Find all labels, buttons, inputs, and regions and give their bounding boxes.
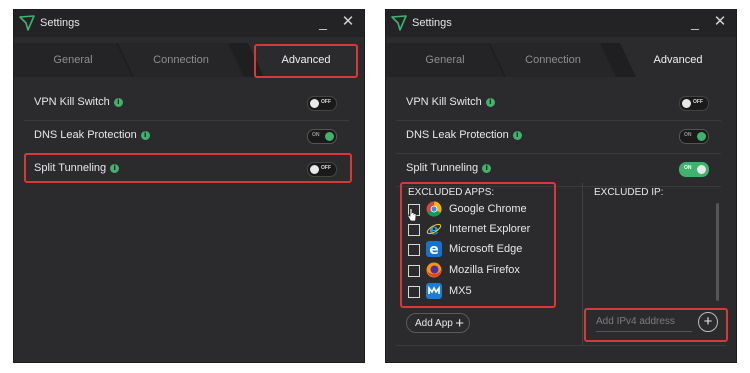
minimize-button[interactable]: _ [316,13,330,31]
tab-general[interactable]: General [14,43,132,77]
divider [396,345,726,346]
toggle-knob [697,165,706,174]
toggle-state: ON [312,132,320,138]
tab-bar: General Connection Advanced [386,43,736,77]
excluded-ip-scrollbar[interactable] [716,203,719,301]
window-title: Settings [40,17,80,29]
plus-icon: + [455,315,464,332]
setting-row-vpn-kill-switch: VPN Kill Switch i OFF [24,87,349,121]
setting-row-dns-leak-protection: DNS Leak Protection i ON [24,120,349,154]
tab-connection[interactable]: Connection [118,43,244,77]
info-icon[interactable]: i [512,131,522,140]
app-logo-icon [391,15,407,31]
add-app-label: Add App [415,318,453,329]
setting-label: DNS Leak Protection [34,129,137,141]
highlight-excluded-apps [400,182,556,308]
highlight-excluded-ip-input [584,308,728,342]
tab-general[interactable]: General [386,43,504,77]
dns-leak-protection-toggle[interactable]: ON [307,129,337,144]
toggle-knob [325,132,334,141]
info-icon[interactable]: i [482,164,492,173]
vpn-kill-switch-toggle[interactable]: OFF [679,96,709,111]
highlight-advanced-tab [254,44,358,78]
toggle-state: ON [684,165,692,171]
app-logo-icon [19,15,35,31]
info-icon[interactable]: i [485,98,495,107]
setting-row-dns-leak-protection: DNS Leak Protection i ON [396,120,721,154]
setting-row-vpn-kill-switch: VPN Kill Switch i OFF [396,87,721,121]
settings-window-left: Settings _ ✕ General Connection Advanced… [14,10,364,362]
vpn-kill-switch-toggle[interactable]: OFF [307,96,337,111]
setting-label: VPN Kill Switch [34,96,110,108]
title-bar: Settings _ ✕ [14,10,364,37]
close-button[interactable]: ✕ [340,13,356,31]
toggle-state: OFF [693,99,703,105]
highlight-split-tunneling [24,153,352,183]
toggle-state: ON [684,132,692,138]
minimize-button[interactable]: _ [688,13,702,31]
toggle-state: OFF [321,99,331,105]
split-tunneling-toggle[interactable]: ON [679,162,709,177]
tab-advanced[interactable]: Advanced [620,43,736,77]
toggle-knob [697,132,706,141]
dns-leak-protection-toggle[interactable]: ON [679,129,709,144]
panel-divider [582,183,583,345]
close-button[interactable]: ✕ [712,13,728,31]
setting-label: VPN Kill Switch [406,96,482,108]
title-bar: Settings _ ✕ [386,10,736,37]
info-icon[interactable]: i [140,131,150,140]
add-app-button[interactable]: Add App + [406,313,470,333]
excluded-ip-header: EXCLUDED IP: [594,187,664,198]
settings-window-right: Settings _ ✕ General Connection Advanced… [386,10,736,362]
setting-label: DNS Leak Protection [406,129,509,141]
window-title: Settings [412,17,452,29]
tab-connection[interactable]: Connection [490,43,616,77]
info-icon[interactable]: i [113,98,123,107]
toggle-knob [682,99,691,108]
toggle-knob [310,99,319,108]
setting-label: Split Tunneling [406,162,479,174]
